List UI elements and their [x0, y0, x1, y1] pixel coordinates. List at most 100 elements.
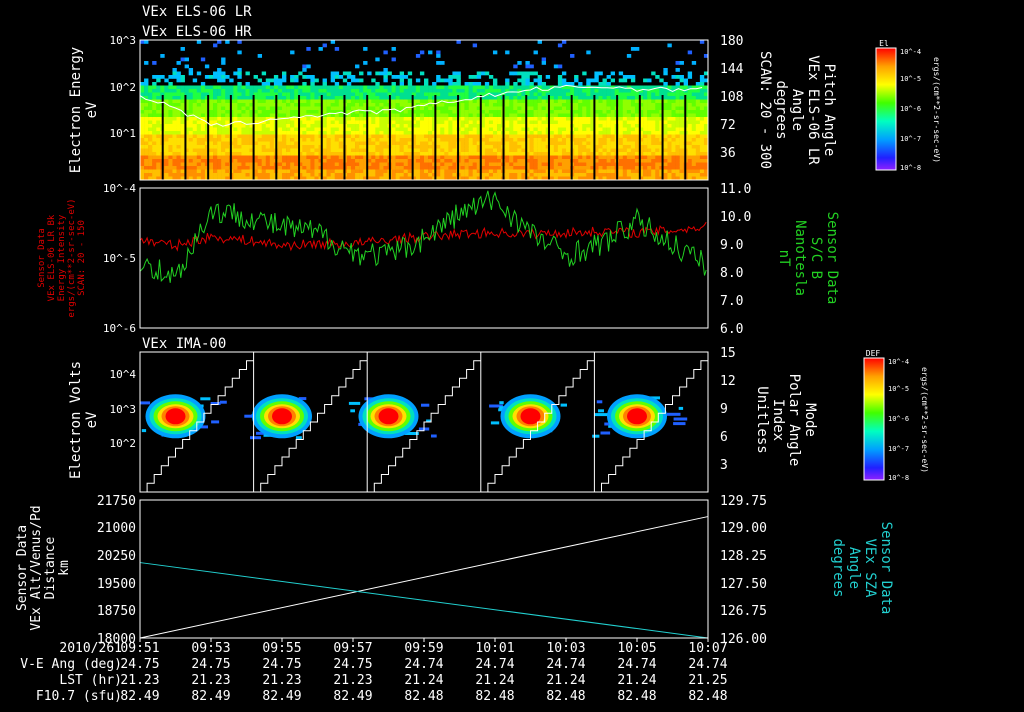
p4-ytick-left-0: 21750	[97, 494, 136, 509]
svg-text:Index: Index	[770, 399, 786, 441]
svg-text:10^-7: 10^-7	[888, 445, 909, 453]
p3-ytick-right-0: 15	[720, 346, 736, 361]
footer-value: 24.75	[262, 657, 301, 672]
svg-text:eV: eV	[84, 411, 100, 428]
p3-title: VEx IMA-00	[142, 336, 226, 352]
p4-ytick-right-0: 129.75	[720, 494, 767, 509]
time-tick-label: 09:51	[120, 641, 159, 656]
p2-ytick-right-1: 10.0	[720, 210, 751, 225]
footer-value: 21.25	[688, 673, 727, 688]
footer-value: 21.23	[191, 673, 230, 688]
footer-value: 21.24	[475, 673, 514, 688]
svg-text:Unitless: Unitless	[754, 386, 770, 453]
p1-ytick-right-2: 108	[720, 90, 743, 105]
p2-ytick-left-2: 10^-6	[103, 322, 136, 335]
p1-ytick-right-3: 72	[720, 118, 736, 133]
footer-value: 82.49	[262, 689, 301, 704]
ima-spectrogram	[140, 352, 708, 492]
p4-ytick-right-3: 127.50	[720, 577, 767, 592]
svg-text:Sensor Data: Sensor Data	[15, 525, 30, 611]
footer-value: 82.49	[333, 689, 372, 704]
footer-value: 21.23	[333, 673, 372, 688]
svg-text:DEF: DEF	[866, 349, 881, 358]
p3-ytick-right-3: 6	[720, 430, 728, 445]
p2-ytick-right-4: 7.0	[720, 294, 743, 309]
p3-ytick-right-1: 12	[720, 374, 736, 389]
footer-value: 82.48	[688, 689, 727, 704]
footer-value: 24.74	[475, 657, 514, 672]
footer-value: 82.49	[191, 689, 230, 704]
svg-text:Polar Angle: Polar Angle	[786, 374, 802, 467]
svg-text:Energy Intensity: Energy Intensity	[57, 214, 67, 301]
svg-text:Electron Energy: Electron Energy	[68, 47, 84, 173]
svg-text:VEx Alt/Venus/Pd: VEx Alt/Venus/Pd	[29, 505, 44, 630]
svg-text:10^-8: 10^-8	[888, 474, 909, 482]
footer-value: 24.75	[333, 657, 372, 672]
time-tick-label: 09:53	[191, 641, 230, 656]
title-hr: VEx ELS-06 HR	[142, 24, 252, 40]
time-tick-label: 10:05	[617, 641, 656, 656]
els-spectrogram	[140, 40, 708, 180]
p4-ytick-right-2: 128.25	[720, 549, 767, 564]
footer-value: 82.48	[404, 689, 443, 704]
svg-text:10^-6: 10^-6	[900, 105, 921, 113]
footer-value: 82.49	[120, 689, 159, 704]
p1-ytick-left-2: 10^1	[110, 127, 137, 140]
svg-text:10^-4: 10^-4	[888, 358, 909, 366]
time-tick-label: 10:07	[688, 641, 727, 656]
svg-text:ergs/(cm**2-sr-sec-eV): ergs/(cm**2-sr-sec-eV)	[67, 198, 77, 317]
footer-value: 24.75	[120, 657, 159, 672]
svg-text:Angle: Angle	[789, 89, 805, 131]
svg-text:El: El	[879, 39, 889, 48]
footer-value: 21.24	[617, 673, 656, 688]
footer-row-label-1: LST (hr)	[59, 673, 122, 688]
p4-ytick-left-4: 18750	[97, 604, 136, 619]
title-lr: VEx ELS-06 LR	[142, 4, 252, 20]
footer-value: 21.23	[262, 673, 301, 688]
p1-ytick-left-1: 10^2	[110, 81, 137, 94]
svg-text:ergs/(cm**2-sr-sec-eV): ergs/(cm**2-sr-sec-eV)	[920, 367, 929, 473]
footer-value: 24.74	[404, 657, 443, 672]
time-tick-label: 10:01	[475, 641, 514, 656]
plot-canvas: VEx ELS-06 LR VEx ELS-06 HR 10^3 10^2 10…	[0, 0, 1024, 708]
svg-text:SCAN: 20 - 300: SCAN: 20 - 300	[757, 51, 773, 169]
time-tick-label: 09:55	[262, 641, 301, 656]
svg-text:Sensor Data: Sensor Data	[824, 212, 840, 305]
svg-text:VEx ELS-06 LR Bk: VEx ELS-06 LR Bk	[47, 214, 57, 301]
svg-text:Pitch Angle: Pitch Angle	[821, 64, 837, 157]
p1-ytick-left-0: 10^3	[110, 34, 137, 47]
footer-value: 24.74	[617, 657, 656, 672]
p1-ytick-right-0: 180	[720, 34, 743, 49]
svg-text:nT: nT	[776, 250, 792, 267]
p3-ytick-left-1: 10^3	[110, 403, 137, 416]
time-tick-label: 09:57	[333, 641, 372, 656]
footer-value: 21.23	[120, 673, 159, 688]
svg-text:Sensor Data: Sensor Data	[37, 228, 47, 288]
footer-value: 21.24	[404, 673, 443, 688]
panel-ima: 10^4 10^3 10^2 15 12 9 6 3 Electron Volt…	[68, 346, 818, 493]
svg-text:VEx ELS-06 LR: VEx ELS-06 LR	[805, 55, 821, 165]
p3-ytick-right-2: 9	[720, 402, 728, 417]
footer-value: 82.48	[546, 689, 585, 704]
svg-text:10^-6: 10^-6	[888, 415, 909, 423]
p2-ytick-left-0: 10^-4	[103, 182, 136, 195]
p2-ytick-right-0: 11.0	[720, 182, 751, 197]
svg-text:SCAN: 20 - 150: SCAN: 20 - 150	[77, 220, 87, 296]
svg-text:Distance: Distance	[43, 537, 58, 600]
p4-ytick-right-4: 126.75	[720, 604, 767, 619]
footer-date: 2010/261	[59, 641, 122, 656]
svg-text:10^-5: 10^-5	[888, 385, 909, 393]
svg-text:10^-5: 10^-5	[900, 75, 921, 83]
svg-text:Mode: Mode	[802, 403, 818, 437]
p1-ytick-right-1: 144	[720, 62, 744, 77]
footer-value: 82.48	[617, 689, 656, 704]
p4-ytick-left-2: 20250	[97, 549, 136, 564]
svg-text:10^-8: 10^-8	[900, 164, 921, 172]
svg-text:km: km	[57, 560, 72, 576]
footer-row-label-2: F10.7 (sfu)	[36, 689, 122, 704]
p1-ytick-right-4: 36	[720, 146, 736, 161]
footer-value: 24.75	[191, 657, 230, 672]
footer-value: 24.74	[546, 657, 585, 672]
svg-text:degrees: degrees	[773, 80, 789, 139]
footer-row-label-0: V-E Ang (deg)	[20, 657, 122, 672]
